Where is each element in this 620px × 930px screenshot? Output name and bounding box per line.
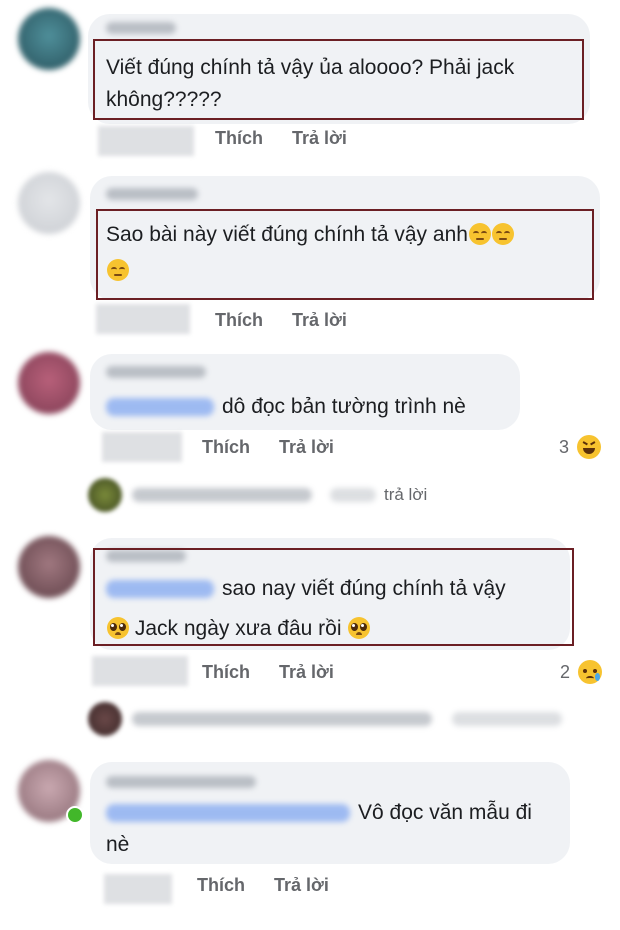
like-button[interactable]: Thích — [202, 437, 250, 458]
comment-text: nè — [106, 833, 130, 856]
commenter-name[interactable] — [106, 22, 176, 34]
timestamp[interactable] — [96, 304, 190, 334]
avatar[interactable] — [18, 352, 80, 414]
reply-button[interactable]: Trả lời — [292, 310, 347, 331]
highlight-box — [96, 209, 594, 300]
commenter-name[interactable] — [106, 188, 198, 200]
reaction-count[interactable]: 2 — [560, 662, 570, 683]
highlight-box — [93, 548, 574, 646]
reply-count-label[interactable]: trả lời — [384, 485, 427, 505]
like-button[interactable]: Thích — [197, 875, 245, 896]
timestamp[interactable] — [104, 874, 172, 904]
reply-button[interactable]: Trả lời — [279, 437, 334, 458]
avatar[interactable] — [18, 536, 80, 598]
highlight-box — [93, 39, 584, 120]
reply-author-name[interactable] — [132, 712, 432, 726]
like-button[interactable]: Thích — [215, 310, 263, 331]
avatar[interactable] — [18, 8, 80, 70]
reply-button[interactable]: Trả lời — [279, 662, 334, 683]
reply-avatar[interactable] — [88, 702, 122, 736]
reply-time — [330, 488, 376, 502]
mention-link[interactable] — [106, 804, 350, 822]
reply-author-name[interactable] — [132, 488, 312, 502]
avatar[interactable] — [18, 172, 80, 234]
comment-text: dô đọc bản tường trình nè — [222, 395, 466, 418]
like-button[interactable]: Thích — [202, 662, 250, 683]
commenter-name[interactable] — [106, 366, 206, 378]
comment-text: Vô đọc văn mẫu đi — [358, 801, 532, 824]
crying-face-icon[interactable] — [578, 660, 602, 684]
reply-avatar[interactable] — [88, 478, 122, 512]
reply-time — [452, 712, 562, 726]
commenter-name[interactable] — [106, 776, 256, 788]
timestamp[interactable] — [98, 126, 194, 156]
reply-button[interactable]: Trả lời — [274, 875, 329, 896]
reaction-count[interactable]: 3 — [559, 437, 569, 458]
mention-link[interactable] — [106, 398, 214, 416]
laughing-face-icon[interactable] — [577, 435, 601, 459]
online-status-icon — [66, 806, 84, 824]
timestamp[interactable] — [102, 432, 182, 462]
reply-button[interactable]: Trả lời — [292, 128, 347, 149]
like-button[interactable]: Thích — [215, 128, 263, 149]
timestamp[interactable] — [92, 656, 188, 686]
